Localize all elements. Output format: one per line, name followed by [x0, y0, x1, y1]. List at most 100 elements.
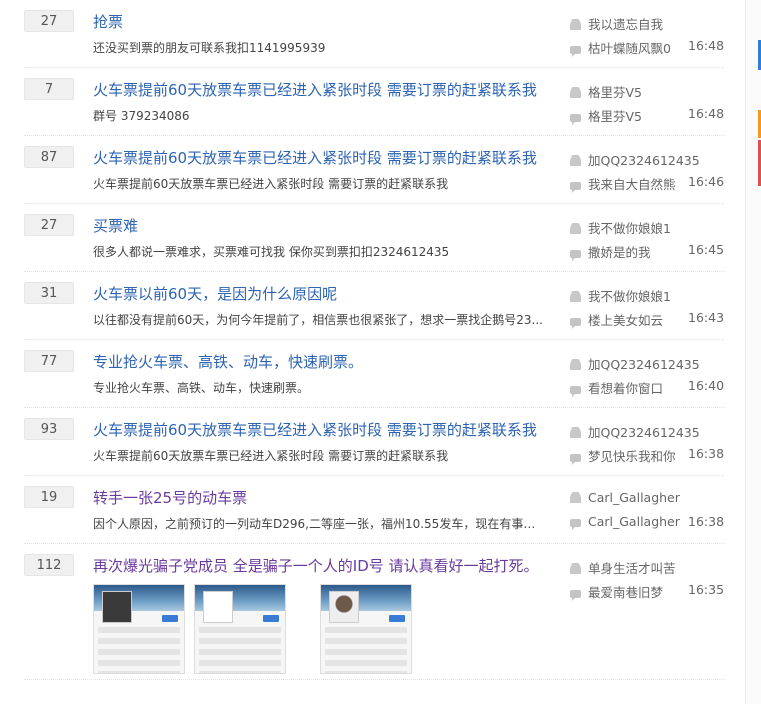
reply-count: 7	[24, 78, 74, 100]
author-name-link[interactable]: 加QQ2324612435	[588, 425, 700, 440]
last-reply-time: 16:48	[688, 106, 725, 121]
thread-excerpt: 还没买到票的朋友可联系我扣1141995939	[93, 41, 326, 55]
thread-author: 格里芬V5	[570, 82, 642, 101]
reply-count: 27	[24, 10, 74, 32]
thread-author: 加QQ2324612435	[570, 422, 700, 441]
last-reply-time: 16:48	[688, 38, 725, 53]
thread-excerpt: 因个人原因，之前预订的一列动车D296,二等座一张，福州10.55发车，现在有事…	[93, 517, 545, 531]
thread-row: 7 火车票提前60天放票车票已经进入紧张时段 需要订票的赶紧联系我群号 37923…	[0, 68, 745, 136]
thread-title-link[interactable]: 专业抢火车票、高铁、动车，快速刷票。	[93, 351, 363, 372]
chat-bubble-icon	[570, 386, 581, 397]
thread-excerpt: 群号 379234086	[93, 109, 190, 123]
last-reply-time: 16:45	[688, 242, 725, 257]
person-icon	[570, 492, 581, 503]
thread-row: 112 再次爆光骗子党成员 全是骗子一个人的ID号 请认真看好一起打死。 单身生活才…	[0, 544, 745, 680]
chat-bubble-icon	[570, 114, 581, 125]
person-icon	[570, 427, 581, 438]
person-icon	[570, 291, 581, 302]
last-reply-name-link[interactable]: 看想着你窗口	[588, 381, 663, 396]
chat-bubble-icon	[570, 46, 581, 57]
thread-title-link[interactable]: 再次爆光骗子党成员 全是骗子一个人的ID号 请认真看好一起打死。	[93, 555, 539, 576]
author-name-link[interactable]: 单身生活才叫苦	[588, 561, 676, 576]
chat-bubble-icon	[570, 318, 581, 329]
thread-title-link[interactable]: 火车票提前60天放票车票已经进入紧张时段 需要订票的赶紧联系我	[93, 147, 537, 168]
chat-bubble-icon	[570, 454, 581, 465]
thread-title-link[interactable]: 火车票提前60天放票车票已经进入紧张时段 需要订票的赶紧联系我	[93, 419, 537, 440]
person-icon	[570, 563, 581, 574]
thread-author: 我不做你娘娘1	[570, 286, 671, 305]
last-reply-name-link[interactable]: 我来自大自然熊	[588, 177, 676, 192]
chat-bubble-icon	[570, 250, 581, 261]
thread-last-reply: 撒娇是的我	[570, 242, 651, 261]
author-name-link[interactable]: 加QQ2324612435	[588, 357, 700, 372]
thread-author: 加QQ2324612435	[570, 354, 700, 373]
author-name-link[interactable]: Carl_Gallagher	[588, 490, 680, 505]
reply-count: 31	[24, 282, 74, 304]
author-name-link[interactable]: 我以遗忘自我	[588, 17, 663, 32]
thread-row: 93 火车票提前60天放票车票已经进入紧张时段 需要订票的赶紧联系我 火车票提前60…	[0, 408, 745, 476]
last-reply-name-link[interactable]: 楼上美女如云	[588, 313, 663, 328]
thread-row: 27 买票难很多人都说一票难求，买票难可找我 保你买到票扣扣2324612435 我…	[0, 204, 745, 272]
last-reply-time: 16:43	[688, 310, 725, 325]
thread-last-reply: 我来自大自然熊	[570, 174, 676, 193]
last-reply-name-link[interactable]: 格里芬V5	[588, 109, 642, 124]
author-name-link[interactable]: 我不做你娘娘1	[588, 221, 671, 236]
row-divider	[24, 679, 724, 680]
thread-row: 31 火车票以前60天，是因为什么原因呢以往都没有提前60天，为何今年提前了，相信…	[0, 272, 745, 340]
person-icon	[570, 155, 581, 166]
reply-count: 87	[24, 146, 74, 168]
reply-count: 19	[24, 486, 74, 508]
thread-title-link[interactable]: 转手一张25号的动车票	[93, 487, 247, 508]
thread-last-reply: Carl_Gallagher	[570, 514, 680, 530]
thread-last-reply: 看想着你窗口	[570, 378, 663, 397]
reply-count: 77	[24, 350, 74, 372]
reply-count: 112	[24, 554, 74, 576]
thread-excerpt: 火车票提前60天放票车票已经进入紧张时段 需要订票的赶紧联系我	[93, 449, 449, 463]
last-reply-time: 16:38	[688, 514, 725, 529]
thumbnail-image[interactable]	[194, 584, 286, 674]
thread-author: 加QQ2324612435	[570, 150, 700, 169]
thread-title-link[interactable]: 火车票提前60天放票车票已经进入紧张时段 需要订票的赶紧联系我	[93, 79, 537, 100]
reply-count: 27	[24, 214, 74, 236]
last-reply-time: 16:38	[688, 446, 725, 461]
thread-title-link[interactable]: 抢票	[93, 11, 123, 32]
last-reply-time: 16:46	[688, 174, 725, 189]
last-reply-name-link[interactable]: 梦见快乐我和你	[588, 449, 676, 464]
person-icon	[570, 87, 581, 98]
chat-bubble-icon	[570, 590, 581, 601]
last-reply-time: 16:35	[688, 582, 725, 597]
reply-count: 93	[24, 418, 74, 440]
chat-bubble-icon	[570, 519, 581, 530]
thread-last-reply: 梦见快乐我和你	[570, 446, 676, 465]
thread-last-reply: 格里芬V5	[570, 106, 642, 125]
last-reply-name-link[interactable]: 撒娇是的我	[588, 245, 651, 260]
thread-last-reply: 枯叶蝶随风飘0	[570, 38, 671, 57]
thumbnail-image[interactable]	[93, 584, 185, 674]
thumbnail-image[interactable]	[320, 584, 412, 674]
person-icon	[570, 359, 581, 370]
last-reply-name-link[interactable]: 最爱南巷旧梦	[588, 585, 663, 600]
thread-author: Carl_Gallagher	[570, 490, 680, 505]
thread-title-link[interactable]: 火车票以前60天，是因为什么原因呢	[93, 283, 337, 304]
last-reply-name-link[interactable]: 枯叶蝶随风飘0	[588, 41, 671, 56]
thread-excerpt: 火车票提前60天放票车票已经进入紧张时段 需要订票的赶紧联系我	[93, 177, 449, 191]
last-reply-name-link[interactable]: Carl_Gallagher	[588, 514, 680, 529]
thread-author: 我不做你娘娘1	[570, 218, 671, 237]
thread-row: 77 专业抢火车票、高铁、动车，快速刷票。 专业抢火车票、高铁、动车，快速刷票。 加Q…	[0, 340, 745, 408]
thread-title-link[interactable]: 买票难	[93, 215, 138, 236]
thread-excerpt: 以往都没有提前60天，为何今年提前了，相信票也很紧张了，想求一票找企鹅号23..…	[93, 313, 543, 327]
author-name-link[interactable]: 我不做你娘娘1	[588, 289, 671, 304]
right-rail	[745, 0, 761, 704]
thread-last-reply: 最爱南巷旧梦	[570, 582, 663, 601]
thread-last-reply: 楼上美女如云	[570, 310, 663, 329]
person-icon	[570, 19, 581, 30]
thread-author: 单身生活才叫苦	[570, 558, 676, 577]
chat-bubble-icon	[570, 182, 581, 193]
author-name-link[interactable]: 加QQ2324612435	[588, 153, 700, 168]
thread-excerpt: 很多人都说一票难求，买票难可找我 保你买到票扣扣2324612435	[93, 245, 450, 259]
author-name-link[interactable]: 格里芬V5	[588, 85, 642, 100]
thread-row: 19 转手一张25号的动车票因个人原因，之前预订的一列动车D296,二等座一张，福…	[0, 476, 745, 544]
thread-excerpt: 专业抢火车票、高铁、动车，快速刷票。	[93, 381, 310, 395]
last-reply-time: 16:40	[688, 378, 725, 393]
person-icon	[570, 223, 581, 234]
